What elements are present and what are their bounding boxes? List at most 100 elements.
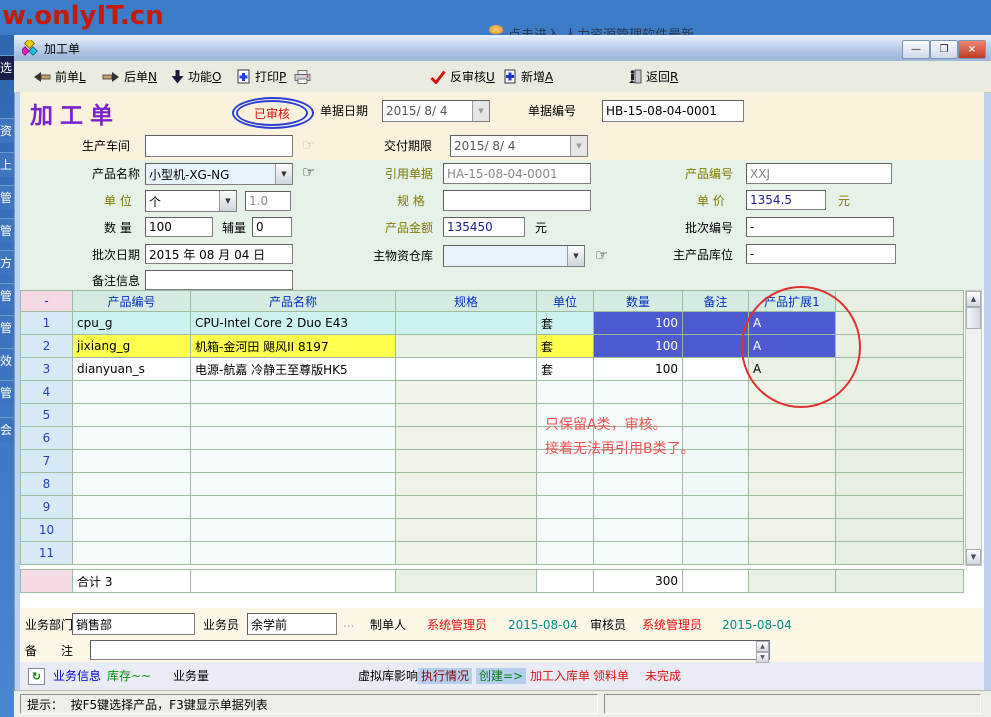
table-cell[interactable] xyxy=(749,473,836,496)
table-cell[interactable]: 100 xyxy=(594,358,683,381)
table-cell[interactable]: jixiang_g xyxy=(73,335,191,358)
table-cell[interactable] xyxy=(683,312,749,335)
table-cell[interactable]: 套 xyxy=(537,312,594,335)
table-cell[interactable]: A xyxy=(749,335,836,358)
unit-factor-input[interactable]: 1.0 xyxy=(245,191,291,211)
table-cell[interactable] xyxy=(749,542,836,565)
table-row[interactable]: 4 xyxy=(21,381,964,404)
deadline-combo[interactable]: 2015/ 8/ 4▼ xyxy=(450,135,588,157)
background-sidebar-item[interactable]: 会 xyxy=(0,417,14,442)
table-row[interactable]: 7 xyxy=(21,450,964,473)
table-cell[interactable] xyxy=(191,519,396,542)
table-cell[interactable] xyxy=(396,335,537,358)
batch-date-input[interactable]: 2015 年 08 月 04 日 xyxy=(145,244,293,264)
table-row[interactable]: 5 xyxy=(21,404,964,427)
table-row[interactable]: 2jixiang_g机箱-金河田 飓风II 8197套100A xyxy=(21,335,964,358)
dialog-titlebar[interactable]: 加工单 xyxy=(14,35,991,62)
unapprove-button[interactable]: 反审核U xyxy=(430,68,495,85)
table-row[interactable]: 6 xyxy=(21,427,964,450)
table-cell[interactable] xyxy=(191,473,396,496)
table-cell[interactable] xyxy=(749,381,836,404)
pointing-hand-icon[interactable]: ☞ xyxy=(302,165,315,180)
row-number-cell[interactable]: 6 xyxy=(21,427,73,450)
table-cell[interactable] xyxy=(537,519,594,542)
table-cell[interactable] xyxy=(73,427,191,450)
row-number-cell[interactable]: 1 xyxy=(21,312,73,335)
function-button[interactable]: 功能O xyxy=(171,68,221,85)
row-number-cell[interactable]: 8 xyxy=(21,473,73,496)
chevron-down-icon[interactable]: ▼ xyxy=(275,164,292,184)
print-button[interactable]: 打印P xyxy=(237,68,311,85)
refresh-icon[interactable]: ↻ xyxy=(28,668,45,685)
doc-date-combo[interactable]: 2015/ 8/ 4▼ xyxy=(382,100,490,122)
doc-no-input[interactable]: HB-15-08-04-0001 xyxy=(602,100,744,122)
table-row[interactable]: 11 xyxy=(21,542,964,565)
spec-input[interactable] xyxy=(443,190,591,211)
table-cell[interactable] xyxy=(594,519,683,542)
ref-doc-input[interactable]: HA-15-08-04-0001 xyxy=(443,163,591,184)
background-sidebar-item[interactable]: 资 xyxy=(0,118,14,143)
background-sidebar-item[interactable]: 管 xyxy=(0,315,14,340)
table-cell[interactable] xyxy=(73,381,191,404)
table-cell[interactable] xyxy=(683,542,749,565)
table-cell[interactable] xyxy=(683,473,749,496)
chevron-down-icon[interactable]: ▼ xyxy=(219,191,236,211)
table-cell[interactable] xyxy=(396,542,537,565)
scroll-down-icon[interactable]: ▼ xyxy=(966,549,981,565)
table-cell[interactable] xyxy=(594,473,683,496)
minimize-button[interactable]: — xyxy=(902,40,930,59)
table-cell[interactable] xyxy=(191,381,396,404)
tab-business-info[interactable]: 业务信息 xyxy=(50,668,104,684)
background-sidebar-item[interactable]: 效 xyxy=(0,348,14,373)
clerk-picker-ellipsis[interactable]: ... xyxy=(343,616,354,630)
spin-up-icon[interactable]: ▲ xyxy=(756,641,769,652)
warehouse-combo[interactable]: ▼ xyxy=(443,245,585,267)
background-sidebar-item[interactable]: 方 xyxy=(0,250,14,275)
table-cell[interactable] xyxy=(73,519,191,542)
chevron-down-icon[interactable]: ▼ xyxy=(570,136,587,156)
chevron-down-icon[interactable]: ▼ xyxy=(472,101,489,121)
memo-input[interactable] xyxy=(145,270,293,290)
table-cell[interactable] xyxy=(594,381,683,404)
table-cell[interactable] xyxy=(396,496,537,519)
table-cell[interactable] xyxy=(73,542,191,565)
link-inbound-order[interactable]: 加工入库单 xyxy=(527,668,593,684)
unit-combo[interactable]: 个▼ xyxy=(145,190,237,212)
table-cell[interactable]: 机箱-金河田 飓风II 8197 xyxy=(191,335,396,358)
table-cell[interactable] xyxy=(396,473,537,496)
table-cell[interactable] xyxy=(396,519,537,542)
close-button[interactable]: × xyxy=(958,40,986,59)
add-new-button[interactable]: 新增A xyxy=(503,68,553,85)
table-row[interactable]: 8 xyxy=(21,473,964,496)
amount-input[interactable]: 135450 xyxy=(443,217,525,237)
table-cell[interactable]: 套 xyxy=(537,358,594,381)
tab-exec-status[interactable]: 执行情况 xyxy=(418,668,472,684)
background-sidebar-item[interactable]: 管 xyxy=(0,218,14,243)
remark-input[interactable] xyxy=(90,640,770,660)
row-number-cell[interactable]: 11 xyxy=(21,542,73,565)
tab-volume[interactable]: 业务量 xyxy=(170,668,212,684)
table-cell[interactable] xyxy=(73,404,191,427)
table-cell[interactable] xyxy=(191,450,396,473)
table-cell[interactable]: 电源-航嘉 冷静王至尊版HK5 xyxy=(191,358,396,381)
table-cell[interactable]: 100 xyxy=(594,312,683,335)
table-cell[interactable] xyxy=(396,427,537,450)
table-cell[interactable] xyxy=(191,427,396,450)
table-cell[interactable] xyxy=(594,496,683,519)
workshop-input[interactable] xyxy=(145,135,293,157)
table-row[interactable]: 10 xyxy=(21,519,964,542)
dept-input[interactable]: 销售部 xyxy=(72,613,195,635)
link-material-order[interactable]: 领料单 xyxy=(590,668,632,684)
batch-no-input[interactable]: - xyxy=(746,217,894,237)
table-cell[interactable] xyxy=(396,312,537,335)
table-cell[interactable] xyxy=(683,496,749,519)
table-cell[interactable] xyxy=(73,450,191,473)
remark-spinner[interactable]: ▲▼ xyxy=(756,641,769,663)
pointing-hand-icon[interactable]: ☞ xyxy=(595,248,608,263)
table-cell[interactable]: 套 xyxy=(537,335,594,358)
table-cell[interactable] xyxy=(396,404,537,427)
table-cell[interactable] xyxy=(191,404,396,427)
table-cell[interactable] xyxy=(683,358,749,381)
table-row[interactable]: 1cpu_gCPU-Intel Core 2 Duo E43套100A xyxy=(21,312,964,335)
background-sidebar-item[interactable]: 选 xyxy=(0,55,14,80)
